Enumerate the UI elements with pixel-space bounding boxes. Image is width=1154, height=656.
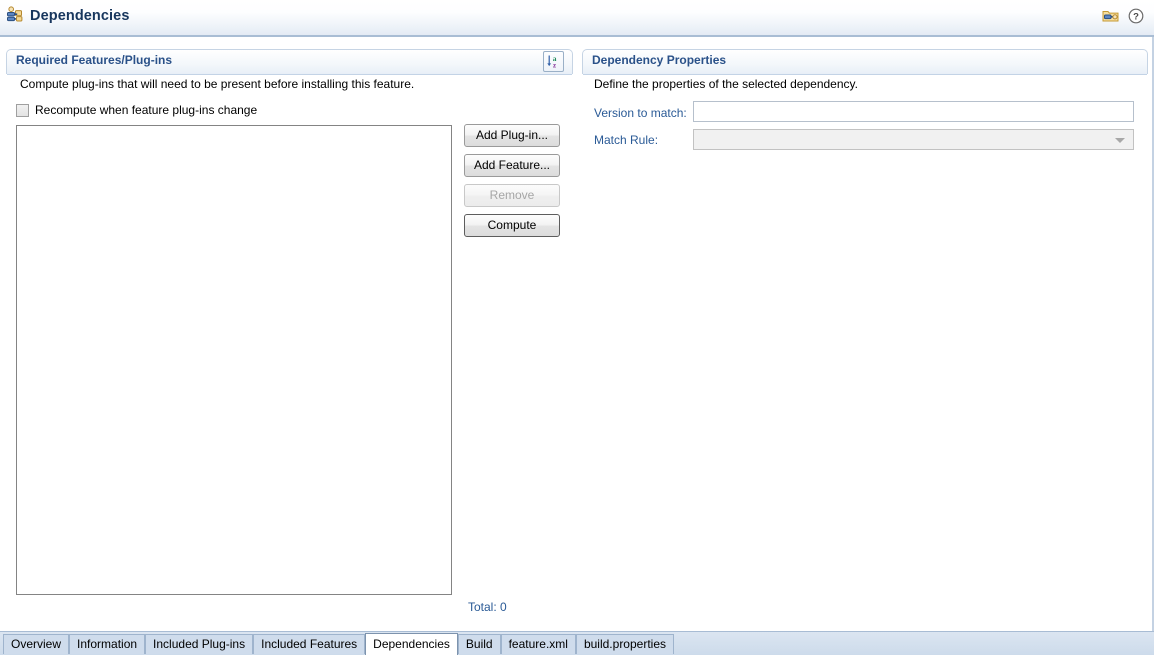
help-question-icon[interactable]: ? bbox=[1128, 8, 1144, 27]
plug-folder-icon[interactable] bbox=[1102, 8, 1119, 27]
required-plugins-list[interactable] bbox=[16, 125, 452, 595]
dependency-properties-description: Define the properties of the selected de… bbox=[594, 77, 858, 91]
svg-text:?: ? bbox=[1133, 12, 1139, 23]
total-count-label: Total: 0 bbox=[468, 600, 507, 614]
section-header-divider-right bbox=[583, 74, 1147, 75]
recompute-checkbox[interactable] bbox=[16, 103, 29, 117]
remove-button: Remove bbox=[464, 184, 560, 207]
editor-tab-bar: Overview Information Included Plug-ins I… bbox=[0, 631, 1154, 655]
chevron-down-icon bbox=[1115, 137, 1125, 143]
version-to-match-label: Version to match: bbox=[594, 106, 687, 120]
section-header-divider bbox=[7, 74, 572, 75]
section-title-dependency-properties: Dependency Properties bbox=[592, 53, 727, 67]
add-plugin-button[interactable]: Add Plug-in... bbox=[464, 124, 560, 147]
add-feature-button[interactable]: Add Feature... bbox=[464, 154, 560, 177]
page-title-area: Dependencies bbox=[6, 6, 130, 26]
page-title: Dependencies bbox=[30, 8, 130, 24]
header-icon-group: ? bbox=[1102, 8, 1144, 27]
section-title-required-features: Required Features/Plug-ins bbox=[16, 53, 173, 67]
match-rule-combo[interactable] bbox=[693, 129, 1134, 150]
tab-feature-xml[interactable]: feature.xml bbox=[500, 634, 576, 654]
compute-button[interactable]: Compute bbox=[464, 214, 560, 237]
recompute-checkbox-row[interactable]: Recompute when feature plug-ins change bbox=[16, 103, 257, 117]
tab-information[interactable]: Information bbox=[69, 634, 146, 654]
tab-build[interactable]: Build bbox=[457, 634, 501, 654]
required-features-description: Compute plug-ins that will need to be pr… bbox=[20, 77, 415, 91]
tab-dependencies[interactable]: Dependencies bbox=[365, 633, 458, 655]
tab-included-features[interactable]: Included Features bbox=[253, 634, 366, 654]
version-to-match-input[interactable] bbox=[693, 101, 1134, 122]
recompute-checkbox-label: Recompute when feature plug-ins change bbox=[35, 103, 258, 117]
tab-included-plugins[interactable]: Included Plug-ins bbox=[145, 634, 254, 654]
sort-az-button[interactable]: a z bbox=[543, 51, 564, 72]
dependencies-plug-icon bbox=[6, 6, 23, 26]
match-rule-label: Match Rule: bbox=[594, 133, 659, 147]
editor-tabs: Overview Information Included Plug-ins I… bbox=[3, 632, 675, 656]
tab-build-properties[interactable]: build.properties bbox=[575, 634, 675, 654]
sort-az-icon: a z bbox=[547, 54, 557, 69]
form-header: Dependencies ? bbox=[0, 0, 1154, 37]
tab-overview[interactable]: Overview bbox=[3, 634, 70, 654]
